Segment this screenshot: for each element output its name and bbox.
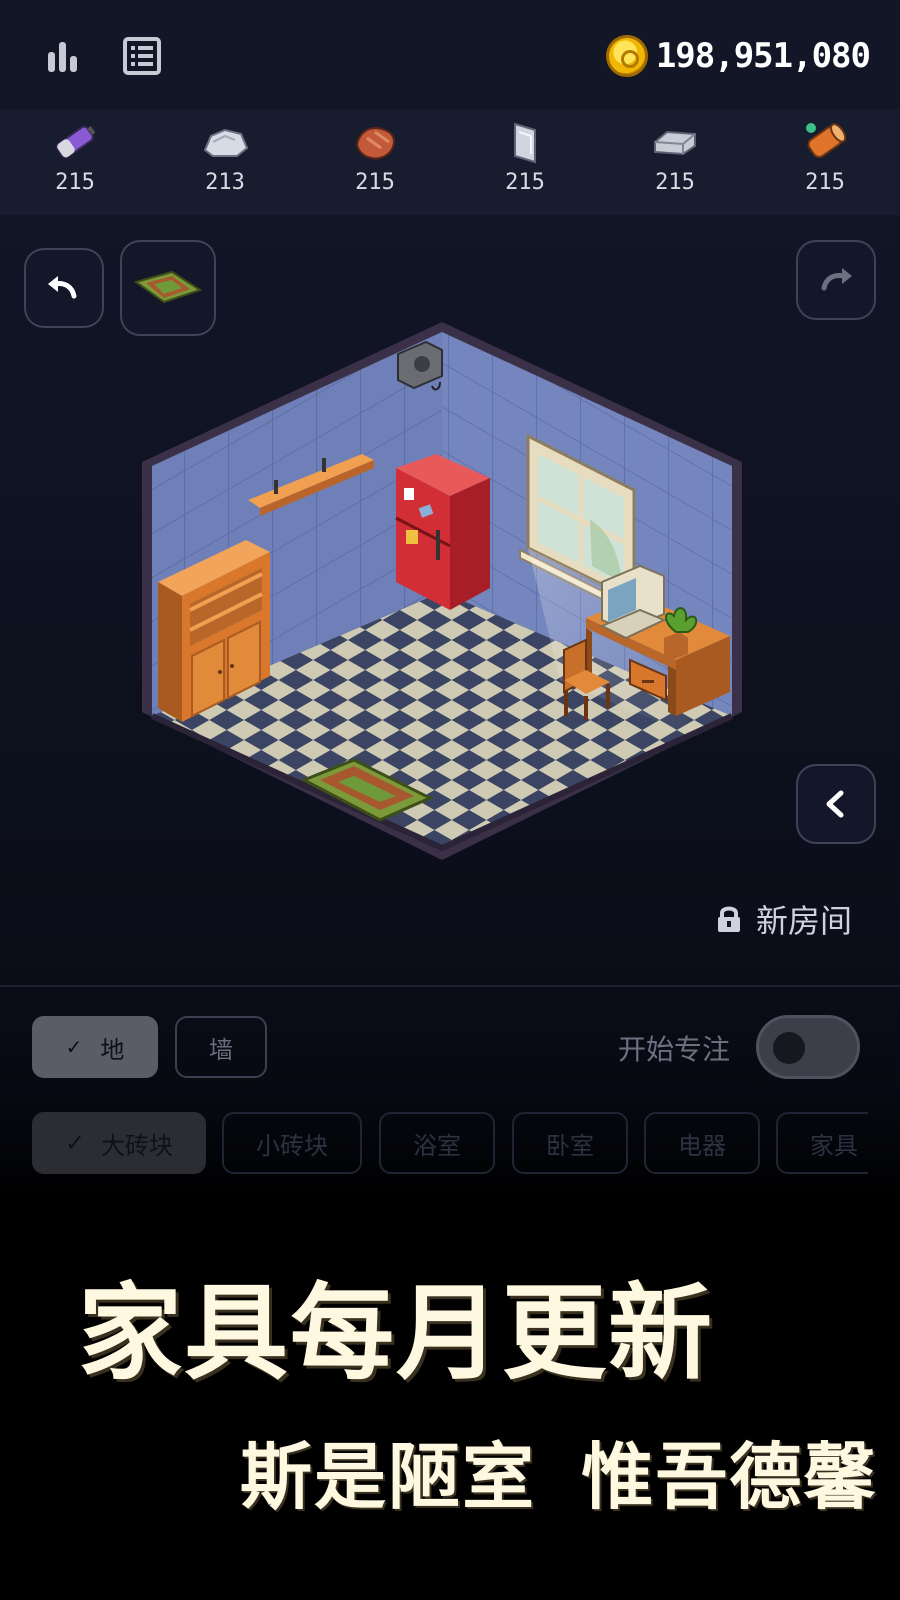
category-tabs: ✓ 大砖块 小砖块 浴室 卧室 电器 家具	[32, 1112, 868, 1174]
check-icon: ✓	[65, 1035, 83, 1059]
focus-label: 开始专注	[618, 1033, 731, 1066]
room-name[interactable]: 新房间	[716, 896, 852, 942]
category-tab-furniture[interactable]: 家具	[776, 1112, 868, 1174]
bar-chart-icon[interactable]	[40, 34, 84, 78]
layer-floor-button[interactable]: ✓ 地	[32, 1016, 158, 1078]
redo-icon	[821, 268, 852, 291]
undo-button[interactable]	[24, 248, 104, 328]
material-glass[interactable]: 215	[465, 110, 585, 215]
lock-icon	[717, 906, 740, 932]
list-icon[interactable]	[120, 34, 164, 78]
coin-value: 198,951,080	[655, 36, 871, 76]
category-tab-bathroom[interactable]: 浴室	[379, 1112, 495, 1174]
chevron-left-icon	[826, 790, 844, 818]
wood-log-icon	[801, 120, 849, 164]
metal-bar-icon	[651, 120, 699, 164]
promo-title: 家具每月更新	[78, 1272, 715, 1394]
redo-button[interactable]	[796, 240, 876, 320]
gold-coin-icon	[605, 35, 648, 77]
material-count: 215	[655, 170, 695, 195]
room-label: 新房间	[755, 902, 852, 940]
glass-icon	[501, 120, 549, 164]
category-label: 浴室	[413, 1131, 461, 1160]
red-refrigerator[interactable]	[395, 454, 490, 610]
category-label: 小砖块	[256, 1131, 328, 1160]
top-bar: 198,951,080	[0, 0, 900, 110]
material-battery[interactable]: 215	[15, 110, 135, 215]
collapse-button[interactable]	[796, 764, 876, 844]
material-stone[interactable]: 213	[165, 110, 285, 215]
game-screen: 198,951,080 215 213 215 215 215 215 新房间 …	[0, 0, 900, 1600]
room-view[interactable]	[140, 320, 760, 880]
layer-wall-button[interactable]: 墙	[175, 1016, 267, 1078]
check-icon: ✓	[64, 1129, 86, 1157]
layer-floor-label: 地	[100, 1035, 125, 1064]
category-tab-bedroom[interactable]: 卧室	[512, 1112, 628, 1174]
category-label: 大砖块	[101, 1131, 174, 1160]
material-count: 215	[505, 170, 545, 195]
promo-subtitle: 斯是陋室 惟吾德馨	[240, 1435, 878, 1519]
focus-toggle[interactable]	[756, 1015, 860, 1079]
material-count: 215	[55, 170, 95, 195]
category-tab-large-tiles[interactable]: ✓ 大砖块	[32, 1112, 206, 1174]
battery-icon	[51, 120, 99, 164]
category-label: 家具	[810, 1131, 858, 1160]
undo-icon	[48, 276, 77, 299]
material-count: 213	[205, 170, 245, 195]
category-label: 卧室	[546, 1131, 594, 1160]
layer-wall-label: 墙	[209, 1035, 233, 1064]
toggle-knob	[773, 1032, 805, 1064]
material-count: 215	[805, 170, 845, 195]
material-count: 215	[355, 170, 395, 195]
category-label: 电器	[678, 1131, 726, 1160]
stone-icon	[201, 120, 249, 164]
material-leather[interactable]: 215	[315, 110, 435, 215]
leather-icon	[351, 120, 399, 164]
panel-divider	[0, 985, 900, 987]
material-wood[interactable]: 215	[765, 110, 885, 215]
coin-balance: 198,951,080	[605, 30, 871, 82]
rug-icon	[133, 270, 203, 304]
material-metal[interactable]: 215	[615, 110, 735, 215]
category-tab-appliances[interactable]: 电器	[644, 1112, 760, 1174]
category-tab-small-tiles[interactable]: 小砖块	[222, 1112, 362, 1174]
materials-bar: 215 213 215 215 215 215	[0, 110, 900, 215]
